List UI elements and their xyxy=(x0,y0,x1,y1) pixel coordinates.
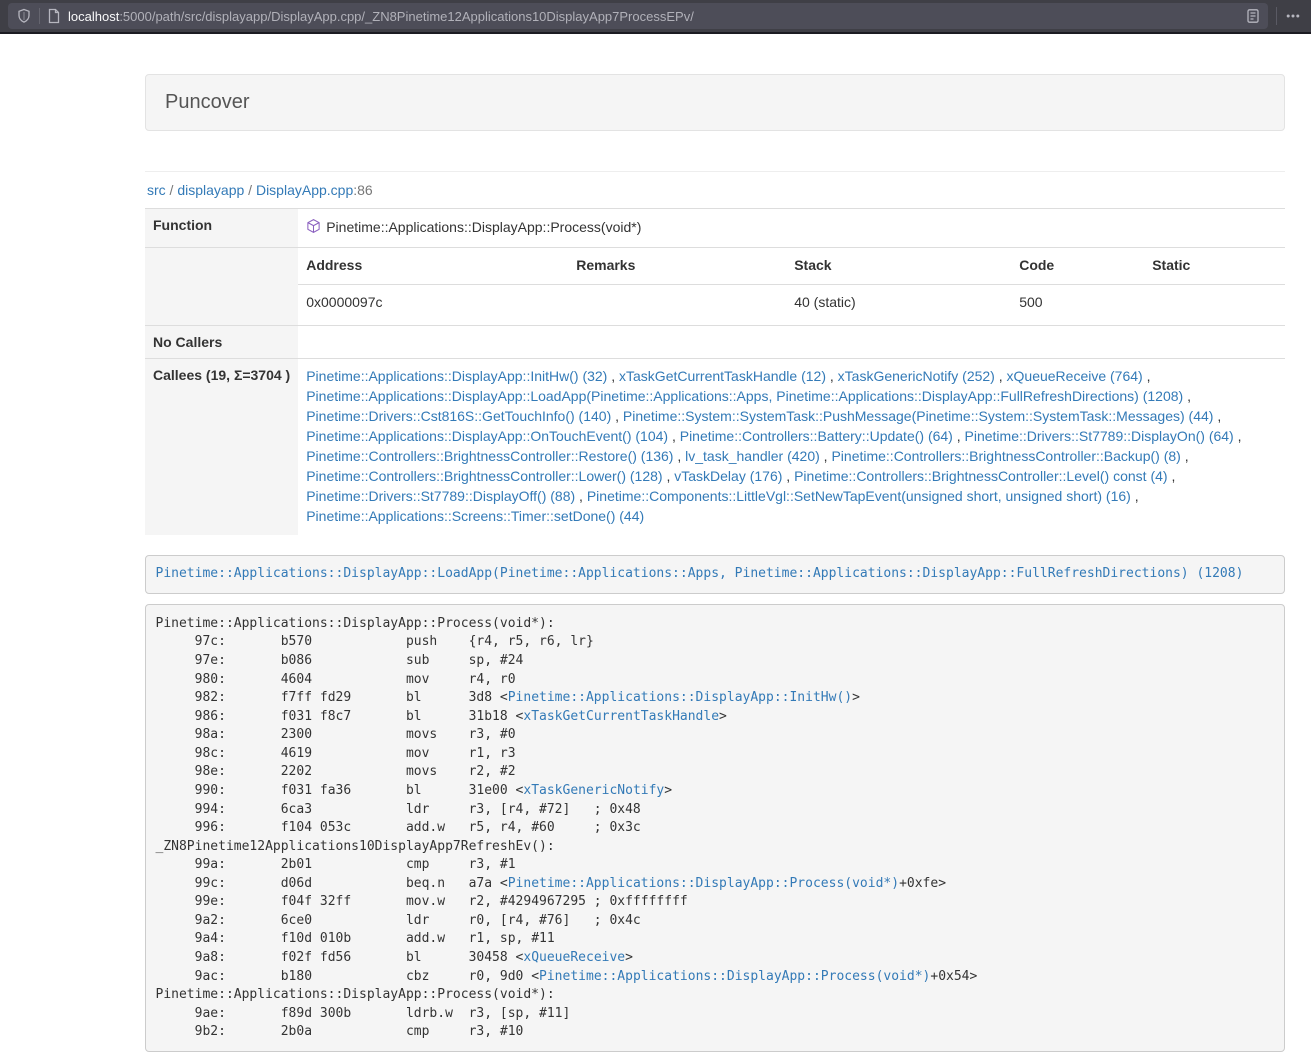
cell-stack: 40 (static) xyxy=(786,284,1011,324)
callee-link[interactable]: Pinetime::Controllers::BrightnessControl… xyxy=(831,448,1180,464)
code-symbol-link[interactable]: Pinetime::Applications::DisplayApp::Proc… xyxy=(508,876,899,891)
callee-link[interactable]: Pinetime::Drivers::Cst816S::GetTouchInfo… xyxy=(306,408,611,424)
page-container: Puncover src / displayapp / DisplayApp.c… xyxy=(145,34,1285,1052)
cell-address: 0x0000097c xyxy=(298,284,568,324)
callee-link[interactable]: lv_task_handler (420) xyxy=(685,448,820,464)
callee-link[interactable]: Pinetime::Applications::DisplayApp::Init… xyxy=(306,368,607,384)
breadcrumb-line-number: :86 xyxy=(353,182,372,198)
callee-link[interactable]: Pinetime::System::SystemTask::PushMessag… xyxy=(623,408,1214,424)
snippet-box: Pinetime::Applications::DisplayApp::Load… xyxy=(145,555,1285,595)
header-divider xyxy=(145,171,1285,172)
callee-link[interactable]: Pinetime::Components::LittleVgl::SetNewT… xyxy=(587,488,1131,504)
callee-link[interactable]: Pinetime::Controllers::Battery::Update()… xyxy=(680,428,953,444)
loadapp-link[interactable]: Pinetime::Applications::DisplayApp::Load… xyxy=(156,566,1244,581)
no-callers-cell xyxy=(298,325,1285,358)
toolbar-divider xyxy=(1276,7,1277,25)
column-static: Static xyxy=(1144,248,1285,284)
reader-view-icon[interactable] xyxy=(1246,8,1260,24)
no-callers-row: No Callers xyxy=(145,325,1285,358)
callee-link[interactable]: Pinetime::Applications::DisplayApp::OnTo… xyxy=(306,428,668,444)
app-header-panel: Puncover xyxy=(145,74,1285,131)
callee-link[interactable]: Pinetime::Applications::DisplayApp::Load… xyxy=(306,388,1183,404)
urlbar-divider xyxy=(39,8,40,24)
callee-link[interactable]: xQueueReceive (764) xyxy=(1007,368,1143,384)
function-label: Function xyxy=(145,209,298,248)
callee-link[interactable]: Pinetime::Controllers::BrightnessControl… xyxy=(306,468,662,484)
disassembly-code: Pinetime::Applications::DisplayApp::Proc… xyxy=(145,604,1285,1052)
function-name: Pinetime::Applications::DisplayApp::Proc… xyxy=(326,218,641,238)
breadcrumb: src / displayapp / DisplayApp.cpp:86 xyxy=(147,182,1285,198)
column-stack: Stack xyxy=(786,248,1011,284)
stats-table: Address Remarks Stack Code Static 0x0000… xyxy=(298,248,1285,325)
callees-label: Callees (19, Σ=3704 ) xyxy=(145,358,298,534)
cube-icon xyxy=(306,218,321,240)
cell-code: 500 xyxy=(1011,284,1144,324)
column-remarks: Remarks xyxy=(568,248,786,284)
column-address: Address xyxy=(298,248,568,284)
callee-link[interactable]: Pinetime::Drivers::St7789::DisplayOff() … xyxy=(306,488,575,504)
cell-remarks xyxy=(568,284,786,324)
callee-link[interactable]: xTaskGenericNotify (252) xyxy=(838,368,995,384)
callee-link[interactable]: vTaskDelay (176) xyxy=(674,468,782,484)
column-code: Code xyxy=(1011,248,1144,284)
code-symbol-link[interactable]: Pinetime::Applications::DisplayApp::Proc… xyxy=(539,969,930,984)
callee-link[interactable]: xTaskGetCurrentTaskHandle (12) xyxy=(619,368,826,384)
browser-toolbar: localhost:5000/path/src/displayapp/Displ… xyxy=(0,0,1311,34)
no-callers-label: No Callers xyxy=(145,325,298,358)
breadcrumb-separator: / xyxy=(244,182,256,198)
code-symbol-link[interactable]: xTaskGetCurrentTaskHandle xyxy=(523,709,719,724)
function-name-cell: Pinetime::Applications::DisplayApp::Proc… xyxy=(298,209,1285,248)
url-text[interactable]: localhost:5000/path/src/displayapp/Displ… xyxy=(68,9,1239,24)
stats-row-label xyxy=(145,247,298,325)
cell-static xyxy=(1144,284,1285,324)
page-title: Puncover xyxy=(165,91,250,113)
callee-link[interactable]: Pinetime::Controllers::BrightnessControl… xyxy=(306,448,673,464)
url-path: :5000/path/src/displayapp/DisplayApp.cpp… xyxy=(119,9,694,24)
breadcrumb-item-file[interactable]: DisplayApp.cpp xyxy=(256,182,353,198)
url-bar[interactable]: localhost:5000/path/src/displayapp/Displ… xyxy=(8,3,1268,29)
callees-cell: Pinetime::Applications::DisplayApp::Init… xyxy=(298,358,1285,534)
ellipsis-menu-icon[interactable] xyxy=(1285,8,1301,24)
shield-icon[interactable] xyxy=(16,8,32,24)
breadcrumb-item-displayapp[interactable]: displayapp xyxy=(177,182,244,198)
code-symbol-link[interactable]: Pinetime::Applications::DisplayApp::Init… xyxy=(508,690,852,705)
function-row: Function Pinetime::Applications::Display… xyxy=(145,209,1285,248)
code-symbol-link[interactable]: xQueueReceive xyxy=(523,950,625,965)
callee-link[interactable]: Pinetime::Controllers::BrightnessControl… xyxy=(794,468,1167,484)
breadcrumb-separator: / xyxy=(166,182,178,198)
page-icon[interactable] xyxy=(47,8,61,24)
table-row: 0x0000097c 40 (static) 500 xyxy=(298,284,1285,324)
breadcrumb-item-src[interactable]: src xyxy=(147,182,166,198)
stats-cell: Address Remarks Stack Code Static 0x0000… xyxy=(298,247,1285,325)
callee-link[interactable]: Pinetime::Drivers::St7789::DisplayOn() (… xyxy=(965,428,1234,444)
function-table: Function Pinetime::Applications::Display… xyxy=(145,208,1285,535)
url-host: localhost xyxy=(68,9,119,24)
callees-row: Callees (19, Σ=3704 ) Pinetime::Applicat… xyxy=(145,358,1285,534)
callee-link[interactable]: Pinetime::Applications::Screens::Timer::… xyxy=(306,508,644,524)
stats-row: Address Remarks Stack Code Static 0x0000… xyxy=(145,247,1285,325)
code-symbol-link[interactable]: xTaskGenericNotify xyxy=(523,783,664,798)
